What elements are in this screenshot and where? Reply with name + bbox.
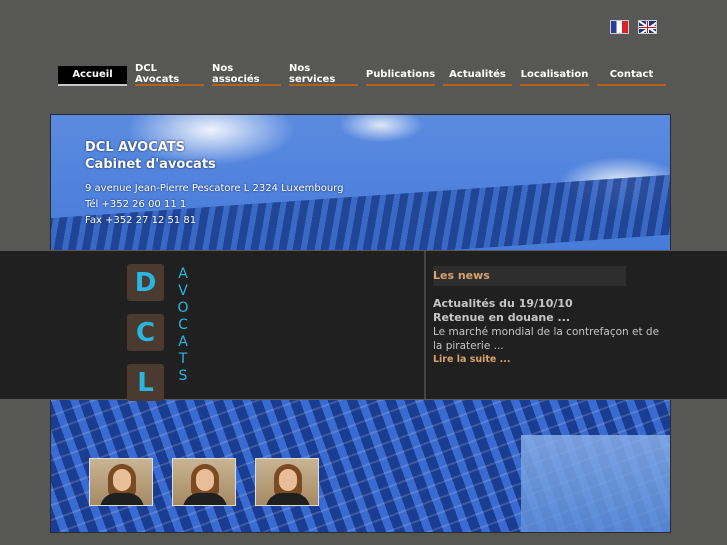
nav-item-accueil[interactable]: Accueil — [58, 66, 127, 86]
firm-phone: Tél +352 26 00 11 1 — [85, 199, 187, 210]
firm-address: 9 avenue Jean-Pierre Pescatore L 2324 Lu… — [85, 183, 344, 194]
logo-word-letter: A — [178, 266, 188, 282]
info-band: D C L A V O C A T S Les news Actualités … — [0, 250, 727, 401]
associate-photo[interactable] — [89, 458, 153, 506]
logo-word-letter: C — [178, 317, 188, 333]
nav-item-contact[interactable]: Contact — [597, 66, 666, 86]
uk-flag-icon[interactable] — [638, 20, 657, 34]
logo-word-letter: T — [178, 351, 188, 367]
firm-contact-block: DCL AVOCATS Cabinet d'avocats 9 avenue J… — [85, 139, 343, 229]
logo-word-letter: S — [178, 368, 188, 384]
nav-item-actualites[interactable]: Actualités — [443, 66, 512, 86]
nav-item-nos-services[interactable]: Nos services — [289, 63, 358, 86]
main-nav: Accueil DCL Avocats Nos associés Nos ser… — [58, 63, 666, 86]
associate-photos — [89, 458, 319, 506]
nav-item-nos-associes[interactable]: Nos associés — [212, 63, 281, 86]
news-panel: Les news Actualités du 19/10/10 Retenue … — [433, 266, 673, 365]
language-switcher — [610, 20, 657, 34]
logo-word-letter: A — [178, 334, 188, 350]
logo-letter: C — [127, 314, 164, 351]
logo-letter: L — [127, 364, 164, 401]
firm-subtitle: Cabinet d'avocats — [85, 157, 216, 172]
associate-photo[interactable] — [255, 458, 319, 506]
news-date: Actualités du 19/10/10 — [433, 297, 573, 310]
firm-fax: Fax +352 27 12 51 81 — [85, 215, 197, 226]
band-divider — [424, 251, 426, 399]
nav-item-publications[interactable]: Publications — [366, 66, 435, 86]
associate-photo[interactable] — [172, 458, 236, 506]
news-title: Retenue en douane ... — [433, 311, 571, 324]
news-excerpt: Le marché mondial de la contrefaçon et d… — [433, 326, 660, 352]
logo-letter: D — [127, 264, 164, 301]
nav-item-localisation[interactable]: Localisation — [520, 66, 589, 86]
logo-word-avocats: A V O C A T S — [177, 266, 189, 385]
read-more-link[interactable]: Lire la suite ... — [433, 354, 673, 365]
nav-item-dcl-avocats[interactable]: DCL Avocats — [135, 63, 204, 86]
news-heading: Les news — [433, 266, 626, 286]
firm-name: DCL AVOCATS — [85, 140, 186, 155]
logo-word-letter: V — [178, 283, 188, 299]
tower-image — [521, 435, 670, 532]
french-flag-icon[interactable] — [610, 20, 629, 34]
logo-word-letter: O — [177, 300, 189, 316]
